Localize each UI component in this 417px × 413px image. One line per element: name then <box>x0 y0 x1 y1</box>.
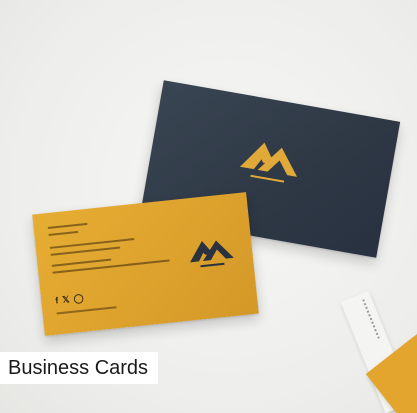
mountain-logo-icon <box>190 240 234 268</box>
website-line <box>56 306 117 315</box>
gold-business-card: f 𝕏 ◯ <box>32 192 259 336</box>
social-icons: f 𝕏 ◯ <box>54 292 85 306</box>
twitter-icon: 𝕏 <box>61 294 71 305</box>
mountain-logo-icon <box>239 142 298 183</box>
contact-info-block <box>47 214 173 278</box>
name-line <box>47 222 88 230</box>
product-tile[interactable]: f 𝕏 ◯ Business Cards <box>0 0 417 413</box>
product-caption[interactable]: Business Cards <box>0 352 159 384</box>
instagram-icon: ◯ <box>72 292 85 304</box>
facebook-icon: f <box>54 295 59 306</box>
title-line <box>48 230 79 236</box>
